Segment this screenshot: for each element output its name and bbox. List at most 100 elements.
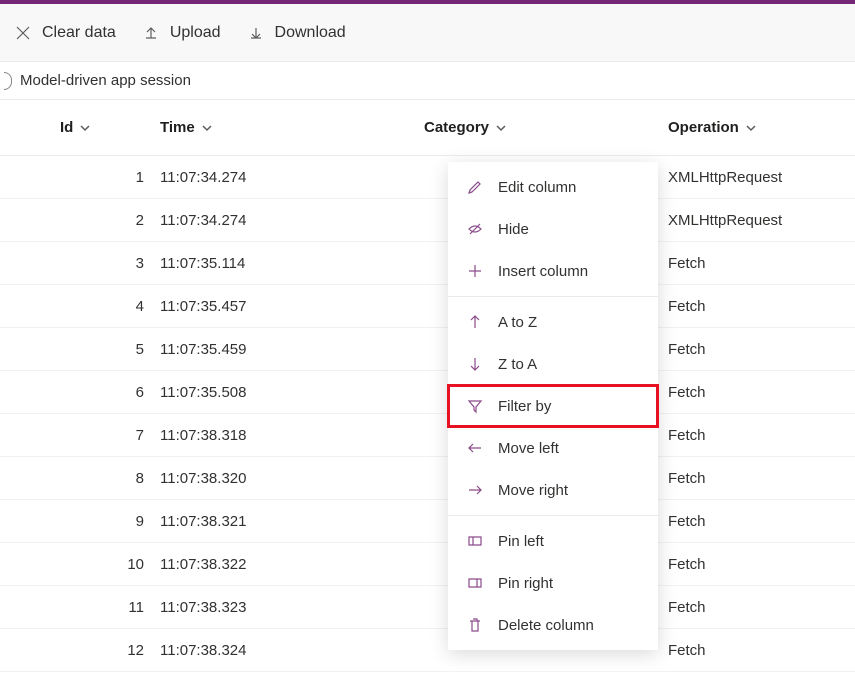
cell-id: 1 [50,169,160,186]
menu-pin-left[interactable]: Pin left [448,520,658,562]
arrow-up-icon [466,313,484,331]
table-row[interactable]: 411:07:35.457 Fetch [0,285,855,328]
menu-label: Pin right [498,575,553,592]
table-row[interactable]: 311:07:35.114 Fetch [0,242,855,285]
column-header-category[interactable]: Category [424,100,668,155]
table-row[interactable]: 1111:07:38.323Fetch [0,586,855,629]
menu-label: Insert column [498,263,588,280]
menu-label: Move left [498,440,559,457]
column-context-menu: Edit column Hide Insert column A to Z [448,162,658,650]
download-button[interactable]: Download [247,24,346,42]
session-bar: Model-driven app session [0,62,855,100]
table-row[interactable]: 811:07:38.320 Fetch [0,457,855,500]
trash-icon [466,616,484,634]
upload-button[interactable]: Upload [142,24,221,42]
clear-data-label: Clear data [42,24,116,42]
menu-filter-by[interactable]: Filter by [448,385,658,427]
cell-time: 11:07:38.323 [160,599,424,616]
cell-operation: XMLHttpRequest [668,169,855,186]
table-row[interactable]: 511:07:35.459Fetch [0,328,855,371]
toolbar: Clear data Upload Download [0,4,855,62]
chevron-down-icon [201,122,213,134]
column-header-time[interactable]: Time [160,100,424,155]
arrow-left-icon [466,439,484,457]
table-row[interactable]: 911:07:38.321Fetch [0,500,855,543]
table-header: Id Time Category Operation [0,100,855,156]
cell-id: 4 [50,298,160,315]
cell-operation: Fetch [668,513,855,530]
menu-delete-column[interactable]: Delete column [448,604,658,646]
table-row[interactable]: 611:07:35.508Fetch [0,371,855,414]
data-table: Id Time Category Operation 111:07:34.274… [0,100,855,672]
cell-operation: Fetch [668,255,855,272]
menu-pin-right[interactable]: Pin right [448,562,658,604]
cell-id: 2 [50,212,160,229]
cell-operation: Fetch [668,599,855,616]
table-row[interactable]: 111:07:34.274 XMLHttpRequest [0,156,855,199]
cell-operation: XMLHttpRequest [668,212,855,229]
menu-hide[interactable]: Hide [448,208,658,250]
arrow-down-icon [466,355,484,373]
pin-left-icon [466,532,484,550]
column-label: Category [424,119,489,136]
close-icon [14,24,32,42]
cell-time: 11:07:38.320 [160,470,424,487]
cell-operation: Fetch [668,427,855,444]
cell-id: 3 [50,255,160,272]
session-icon [4,72,12,90]
download-icon [247,24,265,42]
cell-time: 11:07:38.322 [160,556,424,573]
session-label: Model-driven app session [20,72,191,89]
cell-operation: Fetch [668,556,855,573]
pin-right-icon [466,574,484,592]
cell-time: 11:07:35.457 [160,298,424,315]
menu-label: Z to A [498,356,537,373]
download-label: Download [275,24,346,42]
cell-time: 11:07:38.318 [160,427,424,444]
chevron-down-icon [495,122,507,134]
cell-operation: Fetch [668,470,855,487]
plus-icon [466,262,484,280]
column-header-operation[interactable]: Operation [668,100,855,155]
column-label: Id [60,119,73,136]
chevron-down-icon [79,122,91,134]
column-label: Time [160,119,195,136]
cell-id: 7 [50,427,160,444]
table-row[interactable]: 1011:07:38.322 Fetch [0,543,855,586]
cell-time: 11:07:38.321 [160,513,424,530]
menu-label: Delete column [498,617,594,634]
cell-time: 11:07:34.274 [160,212,424,229]
cell-id: 6 [50,384,160,401]
clear-data-button[interactable]: Clear data [14,24,116,42]
upload-icon [142,24,160,42]
cell-id: 10 [50,556,160,573]
cell-time: 11:07:35.459 [160,341,424,358]
menu-move-left[interactable]: Move left [448,427,658,469]
menu-sort-asc[interactable]: A to Z [448,301,658,343]
cell-id: 12 [50,642,160,659]
table-row[interactable]: 211:07:34.274 XMLHttpRequest [0,199,855,242]
column-label: Operation [668,119,739,136]
menu-sort-desc[interactable]: Z to A [448,343,658,385]
cell-time: 11:07:34.274 [160,169,424,186]
column-header-id[interactable]: Id [50,100,160,155]
cell-operation: Fetch [668,384,855,401]
menu-label: Edit column [498,179,576,196]
cell-id: 8 [50,470,160,487]
chevron-down-icon [745,122,757,134]
menu-move-right[interactable]: Move right [448,469,658,511]
cell-time: 11:07:35.114 [160,255,424,272]
arrow-right-icon [466,481,484,499]
pencil-icon [466,178,484,196]
cell-operation: Fetch [668,298,855,315]
upload-label: Upload [170,24,221,42]
menu-edit-column[interactable]: Edit column [448,166,658,208]
table-row[interactable]: 1211:07:38.324 Fetch [0,629,855,672]
menu-insert-column[interactable]: Insert column [448,250,658,292]
cell-time: 11:07:38.324 [160,642,424,659]
menu-label: Pin left [498,533,544,550]
menu-label: Hide [498,221,529,238]
cell-operation: Fetch [668,642,855,659]
table-row[interactable]: 711:07:38.318 Fetch [0,414,855,457]
hide-icon [466,220,484,238]
